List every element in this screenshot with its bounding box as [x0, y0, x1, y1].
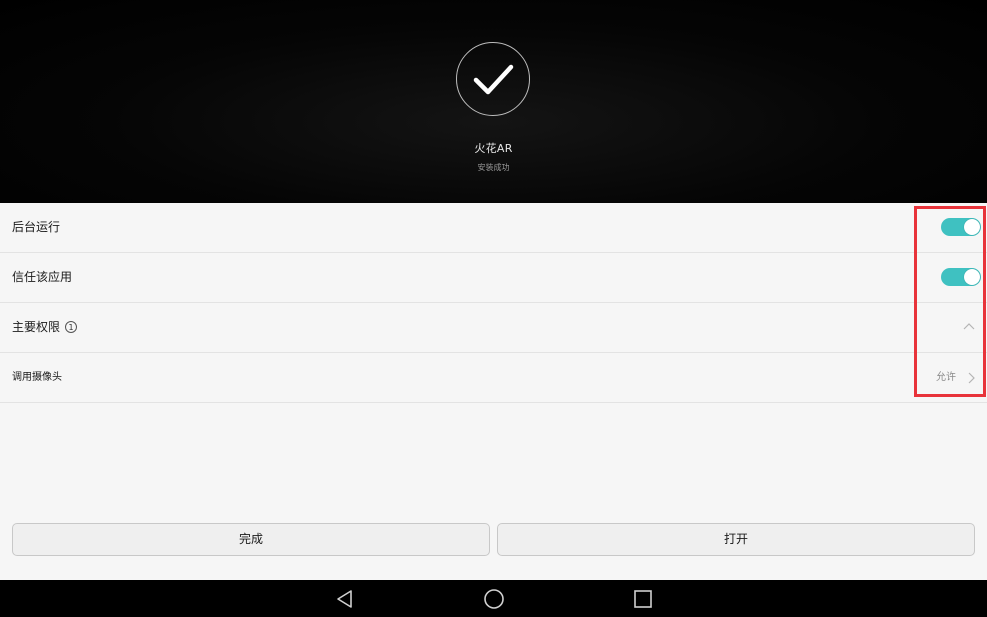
camera-permission-label: 调用摄像头 [12, 372, 62, 383]
install-header: 火花AR 安装成功 [0, 0, 987, 203]
settings-panel: 后台运行 信任该应用 主要权限 1 调用摄像头 允许 完成 打开 [0, 203, 987, 580]
toggle-knob [964, 219, 980, 235]
background-run-toggle[interactable] [941, 218, 981, 236]
setting-row-main-permissions[interactable]: 主要权限 1 [0, 303, 987, 353]
done-button[interactable]: 完成 [12, 523, 490, 556]
background-run-label: 后台运行 [12, 220, 61, 234]
setting-row-background-run: 后台运行 [0, 203, 987, 253]
toggle-knob [964, 269, 980, 285]
app-name: 火花AR [474, 142, 513, 155]
open-button[interactable]: 打开 [497, 523, 975, 556]
trust-app-label: 信任该应用 [12, 270, 73, 284]
main-permissions-text: 主要权限 [12, 320, 61, 334]
home-icon[interactable] [483, 588, 505, 610]
permission-count-badge: 1 [65, 321, 78, 333]
main-permissions-label: 主要权限 1 [12, 303, 78, 352]
install-status: 安装成功 [477, 163, 510, 172]
back-icon[interactable] [334, 588, 356, 610]
trust-app-toggle[interactable] [941, 268, 981, 286]
navigation-bar [0, 580, 987, 617]
chevron-right-icon [968, 372, 975, 384]
camera-permission-value: 允许 [936, 372, 956, 383]
recents-icon[interactable] [632, 588, 654, 610]
setting-row-camera[interactable]: 调用摄像头 允许 [0, 353, 987, 403]
success-check-icon [456, 42, 530, 116]
chevron-up-icon[interactable] [963, 321, 975, 333]
setting-row-trust-app: 信任该应用 [0, 253, 987, 303]
